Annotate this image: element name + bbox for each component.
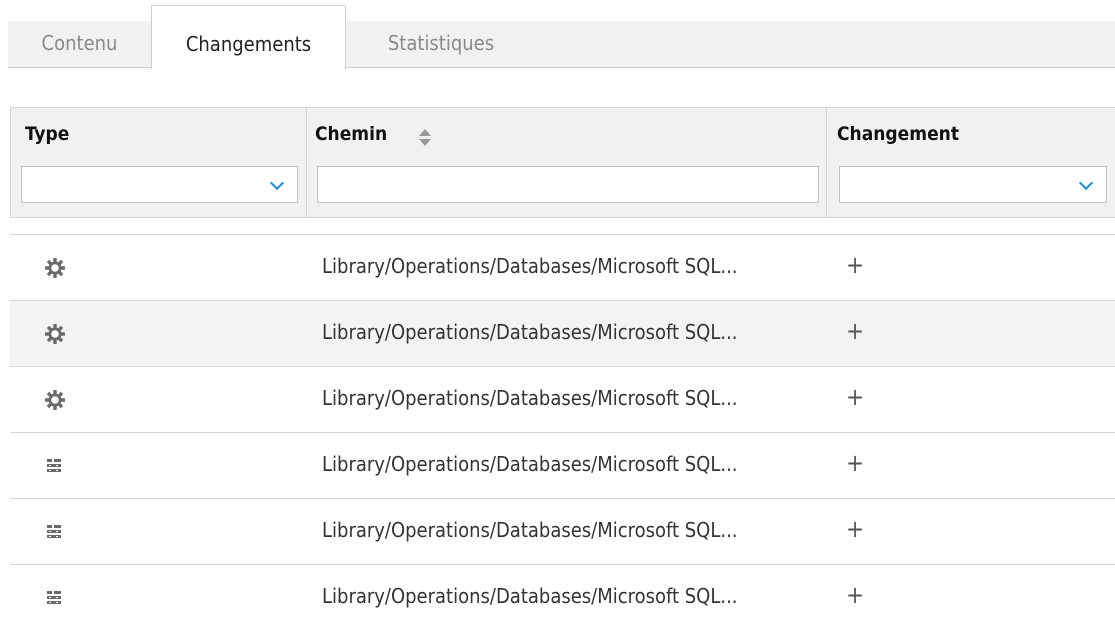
gear-icon: [44, 257, 66, 279]
table-header: Type Chemin Changement: [10, 107, 1115, 218]
row-change: +: [846, 449, 865, 477]
path-filter-input[interactable]: [317, 166, 819, 203]
table-row[interactable]: Library/Operations/Databases/Microsoft S…: [10, 234, 1115, 300]
table-row[interactable]: Library/Operations/Databases/Microsoft S…: [10, 366, 1115, 432]
table-body: Library/Operations/Databases/Microsoft S…: [10, 234, 1115, 623]
row-path: Library/Operations/Databases/Microsoft S…: [322, 386, 738, 410]
row-change: +: [846, 317, 865, 345]
column-header-path[interactable]: Chemin: [315, 123, 387, 145]
tab-statistiques[interactable]: Statistiques: [346, 21, 536, 68]
column-type: Type: [11, 108, 307, 217]
chevron-down-icon[interactable]: [1080, 179, 1092, 191]
column-header-change[interactable]: Changement: [837, 123, 959, 145]
row-change: +: [846, 251, 865, 279]
row-path: Library/Operations/Databases/Microsoft S…: [322, 452, 738, 476]
row-change: +: [846, 581, 865, 609]
chevron-down-icon[interactable]: [271, 179, 283, 191]
tab-bar: Contenu Changements Statistiques: [8, 5, 1115, 69]
structure-icon: [46, 590, 68, 612]
row-path: Library/Operations/Databases/Microsoft S…: [322, 320, 738, 344]
structure-icon: [46, 524, 68, 546]
gear-icon: [44, 323, 66, 345]
row-change: +: [846, 383, 865, 411]
gear-icon: [44, 389, 66, 411]
type-filter-dropdown[interactable]: [21, 166, 298, 203]
row-path: Library/Operations/Databases/Microsoft S…: [322, 254, 738, 278]
table-row[interactable]: Library/Operations/Databases/Microsoft S…: [10, 498, 1115, 564]
tab-contenu[interactable]: Contenu: [8, 21, 151, 68]
column-path: Chemin: [307, 108, 827, 217]
column-change: Changement: [827, 108, 1115, 217]
column-header-type[interactable]: Type: [25, 123, 69, 145]
table-row[interactable]: Library/Operations/Databases/Microsoft S…: [10, 564, 1115, 623]
table-row[interactable]: Library/Operations/Databases/Microsoft S…: [10, 432, 1115, 498]
tab-changements[interactable]: Changements: [151, 5, 346, 69]
structure-icon: [46, 458, 68, 480]
row-change: +: [846, 515, 865, 543]
sort-icon[interactable]: [419, 129, 431, 147]
row-path: Library/Operations/Databases/Microsoft S…: [322, 518, 738, 542]
table-row[interactable]: Library/Operations/Databases/Microsoft S…: [10, 300, 1115, 366]
change-filter-dropdown[interactable]: [839, 166, 1107, 203]
row-path: Library/Operations/Databases/Microsoft S…: [322, 584, 738, 608]
